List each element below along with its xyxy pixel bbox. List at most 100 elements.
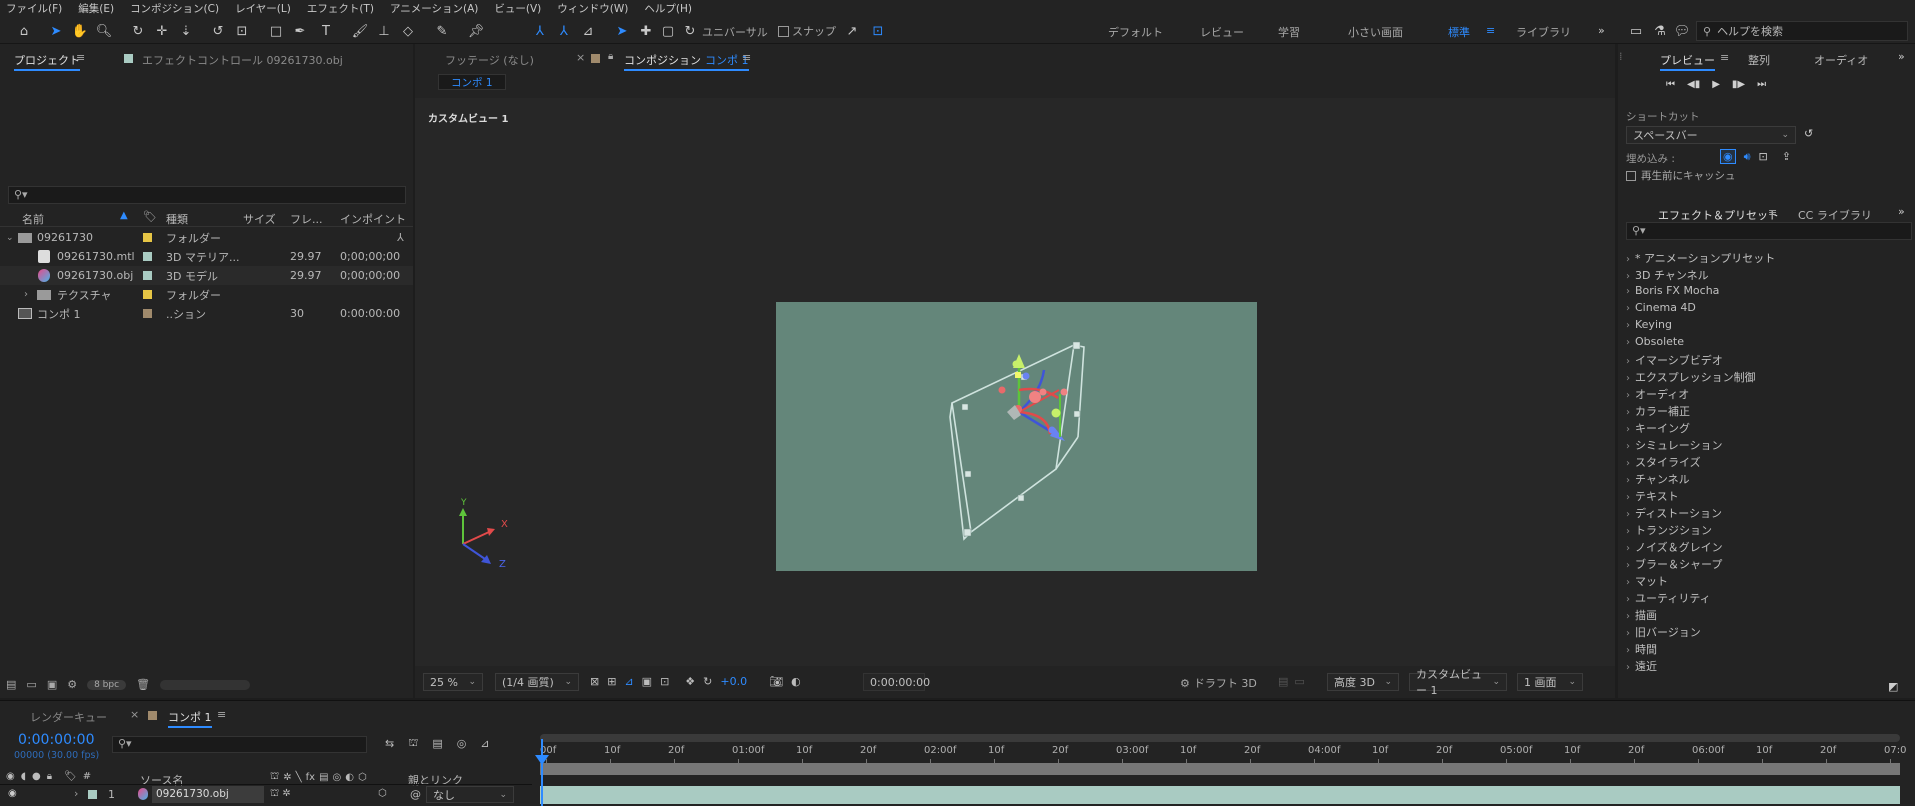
- effects-category[interactable]: › Obsolete: [1626, 335, 1684, 352]
- effects-category[interactable]: › Keying: [1626, 318, 1672, 335]
- tab-cc-libraries[interactable]: CC ライブラリ: [1798, 207, 1872, 223]
- scale-gizmo-icon[interactable]: ▢: [658, 21, 678, 41]
- effects-category[interactable]: › キーイング: [1626, 420, 1690, 437]
- new-composition-icon[interactable]: ▣: [47, 678, 57, 691]
- effects-category[interactable]: › Cinema 4D: [1626, 301, 1696, 318]
- tab-effect-controls[interactable]: エフェクトコントロール 09261730.obj: [142, 52, 343, 68]
- resolution-dropdown[interactable]: (1/4 画質) ⌄: [495, 673, 579, 691]
- horizontal-scrollbar[interactable]: [160, 679, 251, 690]
- menu-item[interactable]: ヘルプ(H): [644, 1, 692, 16]
- new-folder-icon[interactable]: ▭: [26, 678, 36, 691]
- workspace-review[interactable]: レビュー: [1200, 24, 1244, 40]
- layer-duration-bar[interactable]: [540, 786, 1900, 804]
- label-color-swatch[interactable]: [143, 271, 152, 280]
- rectangle-tool-icon[interactable]: □: [266, 21, 286, 41]
- move-gizmo-icon[interactable]: ✚: [636, 21, 656, 41]
- world-axis-icon[interactable]: ⅄: [554, 21, 574, 41]
- effects-category[interactable]: › ブラー＆シャープ: [1626, 556, 1722, 573]
- more-panels-icon[interactable]: »: [1898, 205, 1905, 218]
- work-area-bar[interactable]: [540, 763, 1900, 775]
- fast-preview-icon[interactable]: ⊠: [590, 675, 599, 688]
- effects-category[interactable]: › Boris FX Mocha: [1626, 284, 1719, 301]
- workspace-learn[interactable]: 学習: [1278, 24, 1300, 40]
- reset-icon[interactable]: ↺: [1804, 127, 1813, 140]
- menu-item[interactable]: ウィンドウ(W): [557, 1, 628, 16]
- menu-item[interactable]: ファイル(F): [6, 1, 62, 16]
- column-type[interactable]: 種類: [166, 211, 188, 227]
- parent-dropdown[interactable]: なし ⌄: [426, 786, 514, 803]
- renderer-dropdown[interactable]: 高度 3D ⌄: [1327, 673, 1399, 691]
- effects-category[interactable]: › ノイズ＆グレイン: [1626, 539, 1723, 556]
- project-row[interactable]: ⌄ 09261730 フォルダー ⅄: [0, 228, 413, 247]
- show-snapshot-icon[interactable]: ◐: [791, 675, 801, 688]
- 3d-switch-icon[interactable]: ⬡: [358, 772, 367, 783]
- eraser-tool-icon[interactable]: ◇: [398, 21, 418, 41]
- snap-checkbox[interactable]: [778, 25, 789, 37]
- label-color-swatch[interactable]: [143, 252, 152, 261]
- visibility-icon[interactable]: ◉: [8, 788, 17, 799]
- transform-gizmo[interactable]: [998, 354, 1068, 441]
- view-dropdown[interactable]: カスタムビュー 1 ⌄: [1409, 668, 1507, 697]
- effects-category[interactable]: › ユーティリティ: [1626, 590, 1711, 607]
- trash-icon[interactable]: 🗑︎: [136, 678, 150, 691]
- tab-composition[interactable]: コンポジション コンポ 1: [624, 52, 749, 71]
- label-color-swatch[interactable]: [88, 790, 97, 799]
- layer-name[interactable]: 09261730.obj: [152, 786, 264, 803]
- effects-category[interactable]: › オーディオ: [1626, 386, 1689, 403]
- 3d-layer-icon[interactable]: ⬡: [378, 788, 387, 799]
- sort-ascending-icon[interactable]: ▲: [120, 210, 128, 221]
- dolly-camera-icon[interactable]: ⇣: [176, 21, 196, 41]
- menu-item[interactable]: コンポジション(C): [130, 1, 219, 16]
- effects-category[interactable]: › チャンネル: [1626, 471, 1690, 488]
- effects-category[interactable]: › 描画: [1626, 607, 1657, 624]
- effects-category[interactable]: › 時間: [1626, 641, 1657, 658]
- more-workspaces-icon[interactable]: »: [1598, 24, 1605, 37]
- cache-checkbox[interactable]: [1626, 170, 1636, 181]
- zoom-tool-icon[interactable]: 🔍︎: [94, 21, 114, 41]
- effects-category[interactable]: › 遠近: [1626, 658, 1657, 675]
- menu-item[interactable]: レイヤー(L): [235, 1, 291, 16]
- beaker-icon[interactable]: ⚗: [1650, 21, 1670, 41]
- column-name[interactable]: 名前: [22, 211, 44, 227]
- column-size[interactable]: サイズ: [243, 211, 276, 227]
- collapse-switch-icon[interactable]: ✲: [283, 772, 291, 783]
- effects-category[interactable]: › スタイライズ: [1626, 454, 1701, 471]
- effects-category[interactable]: › エクスプレッション制御: [1626, 369, 1756, 386]
- region-of-interest-icon[interactable]: ▣: [642, 675, 652, 688]
- effects-category[interactable]: › カラー補正: [1626, 403, 1690, 420]
- bpc-button[interactable]: 8 bpc: [87, 679, 127, 690]
- effects-category[interactable]: › トランジション: [1626, 522, 1712, 539]
- home-icon[interactable]: ⌂: [14, 21, 34, 41]
- project-search-input[interactable]: ⚲▾: [8, 186, 406, 204]
- rotate-gizmo-icon[interactable]: ↻: [680, 21, 700, 41]
- motion-blur-switch-icon[interactable]: ◎: [333, 772, 342, 783]
- preview-menu-icon[interactable]: ≡: [1720, 51, 1729, 64]
- effects-search-input[interactable]: ⚲▾: [1626, 222, 1912, 240]
- comment-icon[interactable]: 💬︎: [1672, 21, 1692, 41]
- tab-footage[interactable]: フッテージ (なし): [445, 52, 534, 68]
- universal-move-icon[interactable]: ➤: [612, 21, 632, 41]
- effect-switch-icon[interactable]: fx: [306, 772, 315, 783]
- tab-align[interactable]: 整列: [1748, 52, 1770, 68]
- rotate-tool-icon[interactable]: ↺: [208, 21, 228, 41]
- puppet-pin-icon[interactable]: 📌︎: [466, 21, 486, 41]
- workspace-default[interactable]: デフォルト: [1108, 24, 1163, 40]
- next-frame-icon[interactable]: ▮▶: [1732, 79, 1745, 90]
- lock-icon[interactable]: 🔒︎: [47, 771, 52, 782]
- composition-canvas[interactable]: [776, 302, 1257, 571]
- zoom-dropdown[interactable]: 25 % ⌄: [423, 673, 483, 691]
- shy-switch-icon[interactable]: ⛫: [270, 771, 279, 784]
- project-row[interactable]: › テクスチャ フォルダー: [0, 285, 413, 304]
- selection-tool-icon[interactable]: ➤: [46, 21, 66, 41]
- effects-category[interactable]: › 旧バージョン: [1626, 624, 1701, 641]
- mask-visibility-icon[interactable]: ⊿: [624, 675, 633, 688]
- pan-camera-icon[interactable]: ✛: [152, 21, 172, 41]
- label-tag-icon[interactable]: 🏷︎: [143, 210, 157, 223]
- visibility-icon[interactable]: ◉: [6, 771, 15, 782]
- audio-icon[interactable]: ◖: [21, 771, 26, 782]
- snap-options-icon[interactable]: ↗: [842, 21, 862, 41]
- effects-menu-icon[interactable]: ≡: [1768, 206, 1777, 219]
- brush-tool-icon[interactable]: 🖌︎: [350, 21, 370, 41]
- current-time-indicator[interactable]: [541, 739, 543, 806]
- frame-blend-switch-icon[interactable]: ▤: [319, 772, 328, 783]
